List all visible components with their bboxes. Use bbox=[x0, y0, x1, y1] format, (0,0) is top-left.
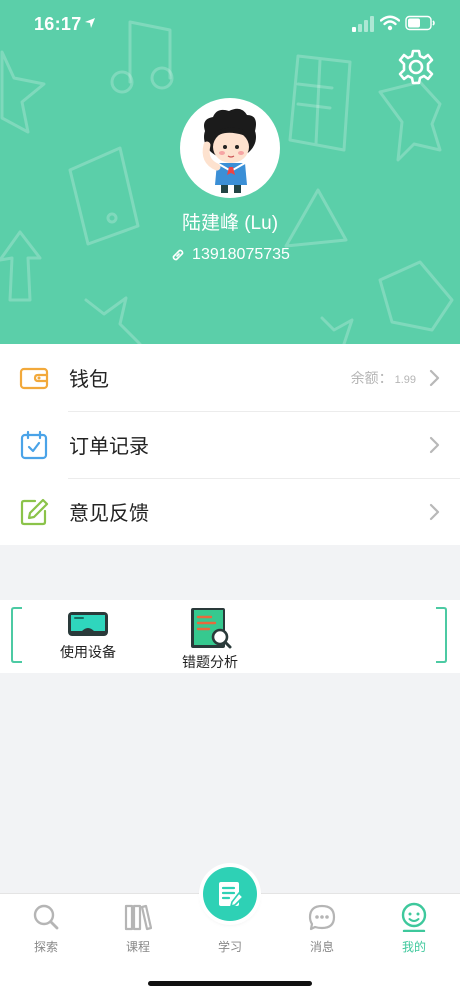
tab-study[interactable]: 学习 bbox=[184, 932, 276, 955]
chevron-right-icon bbox=[429, 436, 440, 453]
search-icon bbox=[33, 904, 59, 930]
profile-header: 16:17 陆建峰 (Lu) 13918075735 bbox=[0, 0, 460, 344]
chevron-right-icon bbox=[429, 503, 440, 520]
phone-row: 13918075735 bbox=[0, 246, 460, 264]
menu-item-label: 钱包 bbox=[69, 369, 109, 391]
home-indicator[interactable] bbox=[148, 981, 312, 986]
study-notebook-icon bbox=[219, 882, 244, 907]
balance-label: 余额： bbox=[350, 369, 393, 386]
status-time: 16:17 bbox=[34, 14, 82, 34]
location-arrow-icon bbox=[85, 18, 95, 28]
tab-courses[interactable]: 课程 bbox=[92, 902, 184, 955]
avatar[interactable] bbox=[180, 98, 280, 198]
tab-label: 学习 bbox=[217, 940, 242, 954]
books-icon bbox=[124, 904, 152, 931]
tab-me[interactable]: 我的 bbox=[368, 902, 460, 955]
signal-icon bbox=[352, 16, 374, 32]
tab-label: 课程 bbox=[125, 940, 150, 954]
tab-label: 我的 bbox=[401, 940, 426, 954]
wallet-icon bbox=[19, 367, 49, 389]
phone-number: 13918075735 bbox=[192, 246, 290, 263]
tab-label: 消息 bbox=[309, 940, 334, 954]
tool-error-analysis[interactable]: 错题分析 bbox=[150, 606, 270, 672]
settings-menu: 钱包 余额： 1.99 订单记录 意见反馈 bbox=[0, 344, 460, 545]
chevron-right-icon bbox=[429, 369, 440, 386]
settings-button[interactable] bbox=[395, 46, 437, 88]
menu-item-label: 意见反馈 bbox=[69, 503, 149, 525]
profile-icon bbox=[401, 902, 427, 932]
calendar-check-icon bbox=[20, 430, 48, 459]
balance-amount: 1.99 bbox=[394, 373, 416, 386]
cartoon-boy-avatar-image bbox=[183, 101, 277, 195]
menu-item-orders[interactable]: 订单记录 bbox=[0, 411, 460, 478]
menu-item-label: 订单记录 bbox=[69, 436, 149, 458]
menu-item-feedback[interactable]: 意见反馈 bbox=[0, 478, 460, 545]
tool-label: 使用设备 bbox=[60, 644, 116, 660]
edit-icon bbox=[20, 498, 49, 525]
menu-item-wallet[interactable]: 钱包 余额： 1.99 bbox=[0, 344, 460, 411]
tab-label: 探索 bbox=[33, 940, 58, 954]
wifi-icon bbox=[380, 15, 400, 31]
tab-messages[interactable]: 消息 bbox=[276, 902, 368, 955]
bracket-right-decoration bbox=[436, 607, 447, 663]
error-analysis-icon bbox=[191, 608, 232, 649]
bracket-left-decoration bbox=[11, 607, 22, 663]
tab-explore[interactable]: 探索 bbox=[0, 902, 92, 955]
link-icon bbox=[172, 249, 184, 261]
battery-icon bbox=[405, 15, 435, 31]
wallet-balance: 余额： 1.99 bbox=[351, 368, 416, 388]
tool-label: 错题分析 bbox=[182, 654, 238, 670]
tool-use-device[interactable]: 使用设备 bbox=[28, 606, 148, 662]
vr-headset-icon bbox=[68, 612, 108, 636]
status-bar: 16:17 bbox=[0, 0, 460, 50]
tools-panel: 使用设备 错题分析 bbox=[0, 600, 460, 673]
user-name: 陆建峰 (Lu) bbox=[181, 213, 279, 234]
study-center-button[interactable] bbox=[203, 867, 257, 921]
chat-bubble-icon bbox=[308, 904, 336, 931]
gear-icon bbox=[398, 49, 434, 85]
